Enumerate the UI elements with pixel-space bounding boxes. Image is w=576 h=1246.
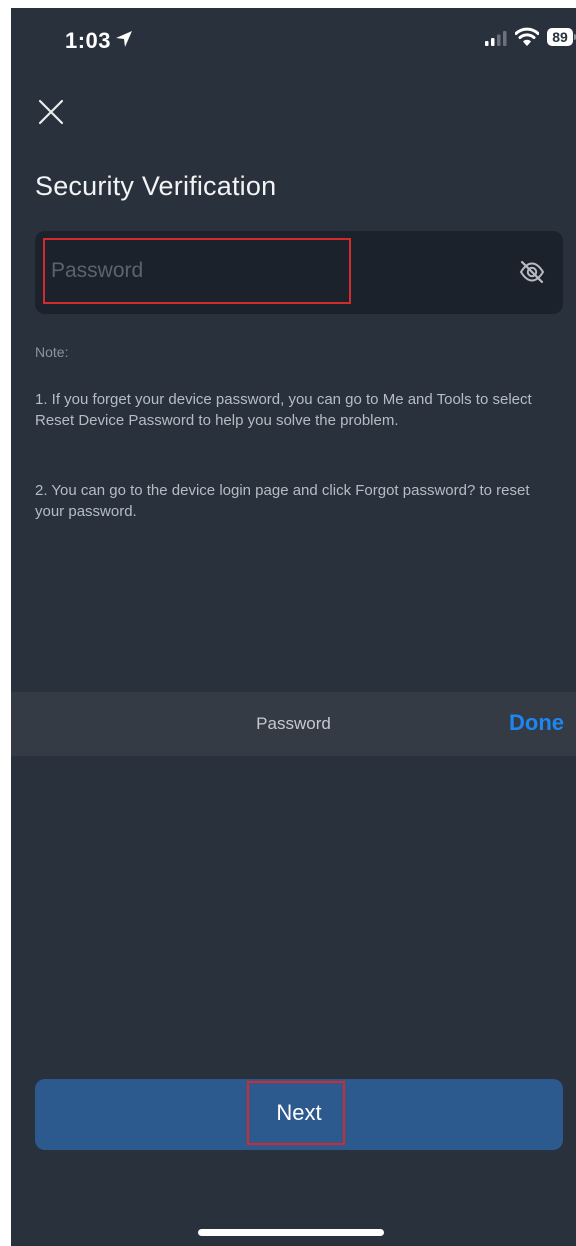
status-time: 1:03 bbox=[65, 28, 112, 53]
note-title: Note: bbox=[35, 344, 69, 360]
password-input[interactable] bbox=[43, 238, 351, 304]
app-screen: 1:03 89 Security Verification Note: 1. I… bbox=[11, 8, 576, 1246]
keyboard-toolbar-label: Password bbox=[256, 714, 331, 733]
note-item: 1. If you forget your device password, y… bbox=[35, 391, 532, 429]
wifi-icon bbox=[515, 27, 539, 46]
next-button[interactable]: Next bbox=[35, 1079, 563, 1150]
password-field-container bbox=[35, 231, 563, 314]
keyboard-toolbar: Password Done bbox=[11, 692, 576, 756]
eye-off-icon[interactable] bbox=[519, 259, 545, 285]
home-indicator bbox=[198, 1229, 384, 1236]
cellular-signal-icon bbox=[485, 31, 507, 46]
status-bar: 1:03 89 bbox=[11, 8, 576, 64]
battery-indicator: 89 bbox=[547, 28, 573, 46]
location-arrow-icon bbox=[116, 31, 132, 47]
note-item: 2. You can go to the device login page a… bbox=[35, 482, 530, 520]
next-button-label: Next bbox=[276, 1100, 322, 1125]
done-button[interactable]: Done bbox=[509, 710, 564, 736]
page-title: Security Verification bbox=[35, 171, 277, 201]
close-icon[interactable] bbox=[35, 96, 67, 128]
